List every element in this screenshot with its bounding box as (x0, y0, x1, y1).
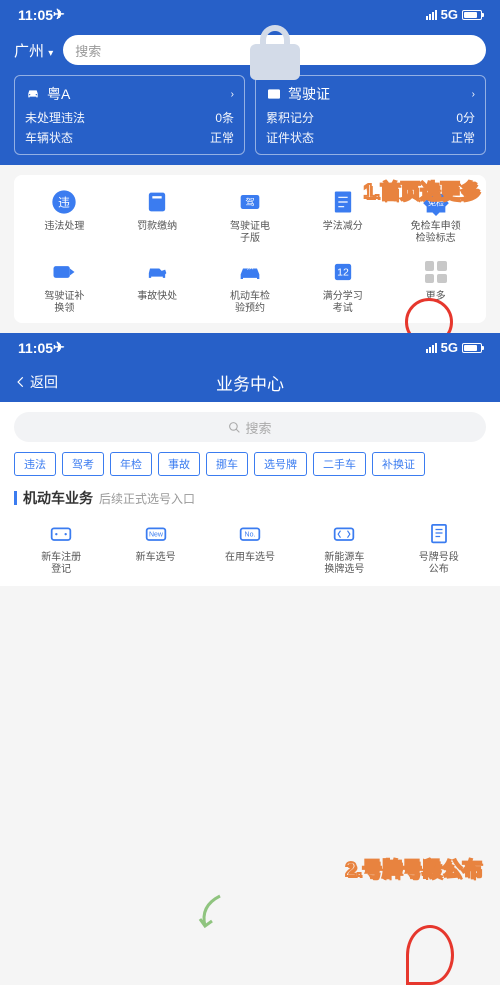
grid-item[interactable]: 更多 (389, 257, 482, 315)
battery-icon (462, 343, 482, 353)
filter-chip[interactable]: 补换证 (372, 452, 425, 476)
status-bar: 11:05 ✈ 5G (0, 333, 500, 362)
chevron-right-icon: › (231, 89, 234, 100)
search-icon (228, 421, 241, 434)
chevron-right-icon: › (472, 89, 475, 100)
svg-text:No.: No. (245, 532, 256, 539)
grid-item[interactable]: 12满分学习 考试 (296, 257, 389, 315)
grid-item[interactable]: 驾驶证补 换领 (18, 257, 111, 315)
grid-item[interactable]: 罚款缴纳 (111, 187, 204, 245)
annotation-arrow (190, 891, 230, 936)
license-card[interactable]: 驾驶证› 累积记分0分 证件状态正常 (255, 75, 486, 155)
search-input[interactable]: 搜索 (14, 412, 486, 442)
screen-services: 11:05 ✈ 5G 返回 业务中心 搜索 违法驾考年检事故挪车选号牌二手车补换… (0, 333, 500, 586)
filter-chip[interactable]: 违法 (14, 452, 56, 476)
svg-text:免检: 免检 (427, 198, 443, 208)
screen-home: 11:05 ✈ 5G 广州 ▾ 搜索 粤A› 未处理违法0条 车辆状态正常 驾驶… (0, 0, 500, 323)
svg-text:驾: 驾 (245, 198, 254, 208)
service-item[interactable]: New新车选号 (108, 518, 202, 576)
grid-item[interactable]: 驾驾驶证电 子版 (204, 187, 297, 245)
annotation-circle (406, 925, 454, 985)
city-selector[interactable]: 广州 ▾ (14, 40, 53, 61)
back-button[interactable]: 返回 (14, 372, 58, 392)
chevron-down-icon: ▾ (48, 48, 53, 59)
service-item[interactable]: No.在用车选号 (203, 518, 297, 576)
battery-icon (462, 10, 482, 20)
location-arrow-icon: ✈ (53, 6, 65, 23)
section-title: 机动车业务 后续正式选号入口 (14, 488, 486, 508)
lock-icon (250, 25, 300, 80)
quick-grid: 违违法处理罚款缴纳驾驾驶证电 子版学法减分免检免检车申领 检验标志驾驶证补 换领… (14, 175, 486, 323)
license-icon (266, 86, 282, 102)
grid-item[interactable]: 免检免检车申领 检验标志 (389, 187, 482, 245)
filter-chip[interactable]: 二手车 (313, 452, 366, 476)
filter-chip[interactable]: 驾考 (62, 452, 104, 476)
vehicle-card[interactable]: 粤A› 未处理违法0条 车辆状态正常 (14, 75, 245, 155)
grid-item[interactable]: 事故快处 (111, 257, 204, 315)
more-icon (425, 261, 447, 283)
svg-text:12: 12 (337, 267, 349, 279)
annotation-text-2: 2.号牌号段公布 (345, 853, 482, 882)
page-title: 业务中心 (216, 370, 284, 395)
grid-item[interactable]: 学法减分 (296, 187, 389, 245)
svg-text:New: New (149, 532, 164, 539)
service-grid: 新车注册 登记New新车选号No.在用车选号新能源车 换牌选号号牌号段 公布 (14, 518, 486, 576)
service-item[interactable]: 新车注册 登记 (14, 518, 108, 576)
network-label: 5G (441, 7, 458, 22)
service-item[interactable]: 号牌号段 公布 (392, 518, 486, 576)
filter-chips: 违法驾考年检事故挪车选号牌二手车补换证 (14, 452, 486, 476)
search-input[interactable]: 搜索 (63, 35, 486, 65)
signal-icon (426, 343, 437, 353)
service-item[interactable]: 新能源车 换牌选号 (297, 518, 391, 576)
grid-item[interactable]: 预机动车检 验预约 (204, 257, 297, 315)
status-time: 11:05 (18, 7, 53, 23)
svg-text:预: 预 (246, 262, 253, 271)
filter-chip[interactable]: 年检 (110, 452, 152, 476)
grid-item[interactable]: 违违法处理 (18, 187, 111, 245)
car-icon (25, 86, 41, 102)
location-arrow-icon: ✈ (53, 339, 65, 356)
svg-text:违: 违 (59, 197, 71, 210)
filter-chip[interactable]: 选号牌 (254, 452, 307, 476)
filter-chip[interactable]: 挪车 (206, 452, 248, 476)
filter-chip[interactable]: 事故 (158, 452, 200, 476)
signal-icon (426, 10, 437, 20)
